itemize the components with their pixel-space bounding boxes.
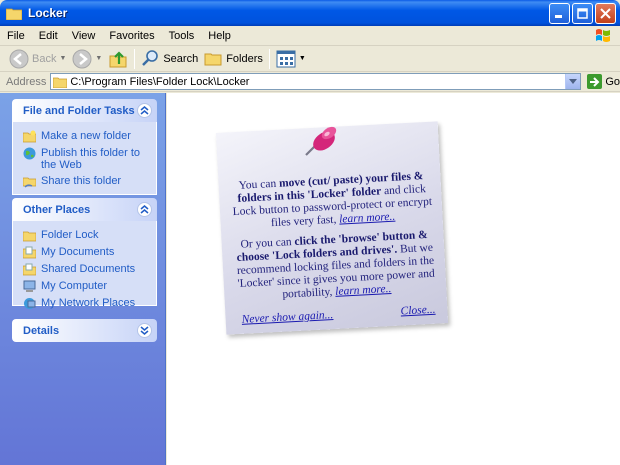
folder-icon bbox=[23, 231, 36, 242]
go-button[interactable]: Go bbox=[587, 74, 620, 89]
menu-view[interactable]: View bbox=[65, 30, 103, 42]
my-documents-icon bbox=[23, 246, 36, 259]
address-input[interactable]: C:\Program Files\Folder Lock\Locker bbox=[50, 73, 582, 90]
network-places-icon bbox=[24, 298, 36, 309]
task-publish-web[interactable]: Publish this folder to the Web bbox=[13, 145, 156, 173]
panel-title: Details bbox=[23, 324, 60, 337]
folders-icon bbox=[204, 53, 222, 66]
other-places-panel: Other Places Folder Lock My Documents Sh… bbox=[12, 198, 157, 309]
back-label: Back bbox=[32, 52, 57, 65]
other-places-header[interactable]: Other Places bbox=[12, 198, 157, 221]
toolbar-separator bbox=[268, 48, 270, 69]
place-shared-documents[interactable]: Shared Documents bbox=[13, 261, 156, 278]
address-value: C:\Program Files\Folder Lock\Locker bbox=[70, 75, 250, 88]
menu-tools[interactable]: Tools bbox=[162, 30, 202, 42]
up-folder-button[interactable] bbox=[105, 48, 131, 70]
place-my-computer[interactable]: My Computer bbox=[13, 278, 156, 295]
forward-arrow-icon bbox=[72, 49, 92, 68]
maximize-button[interactable] bbox=[572, 3, 593, 24]
place-folder-lock[interactable]: Folder Lock bbox=[13, 227, 156, 244]
menu-bar: File Edit View Favorites Tools Help bbox=[0, 26, 620, 46]
forward-button[interactable]: ▼ bbox=[69, 48, 105, 70]
double-chevron-down-icon bbox=[140, 326, 149, 335]
tip-text: You can move (cut/ paste) your files & f… bbox=[228, 170, 439, 305]
views-dropdown-icon[interactable]: ▼ bbox=[299, 55, 306, 62]
place-my-network-places[interactable]: My Network Places bbox=[13, 295, 156, 312]
panel-title: File and Folder Tasks bbox=[23, 104, 135, 117]
new-folder-icon bbox=[23, 130, 36, 143]
back-button[interactable]: Back ▼ bbox=[6, 48, 69, 70]
address-label: Address bbox=[6, 75, 47, 88]
minimize-button[interactable] bbox=[549, 3, 570, 24]
learn-more-link-1[interactable]: learn more.. bbox=[339, 211, 396, 226]
search-button[interactable]: Search bbox=[138, 48, 201, 70]
folder-icon bbox=[53, 77, 68, 88]
task-share-folder[interactable]: Share this folder bbox=[13, 173, 156, 190]
folders-label: Folders bbox=[226, 52, 263, 65]
tip-text-segment: You can bbox=[238, 177, 280, 192]
place-my-documents[interactable]: My Documents bbox=[13, 244, 156, 261]
go-label: Go bbox=[605, 75, 620, 88]
back-dropdown-icon[interactable]: ▼ bbox=[59, 55, 66, 62]
expand-button[interactable] bbox=[137, 323, 152, 338]
forward-dropdown-icon[interactable]: ▼ bbox=[95, 55, 102, 62]
file-folder-tasks-panel: File and Folder Tasks Make a new folder … bbox=[12, 99, 157, 195]
double-chevron-up-icon bbox=[140, 205, 149, 214]
search-icon bbox=[142, 50, 159, 66]
learn-more-link-2[interactable]: learn more.. bbox=[335, 283, 392, 298]
views-icon bbox=[276, 50, 296, 67]
pushpin-icon bbox=[305, 126, 337, 156]
collapse-button[interactable] bbox=[137, 202, 152, 217]
folder-icon bbox=[6, 8, 22, 20]
globe-icon bbox=[23, 147, 36, 160]
back-arrow-icon bbox=[9, 49, 29, 68]
title-bar[interactable]: Locker bbox=[0, 0, 620, 26]
window-title: Locker bbox=[28, 6, 68, 20]
details-header[interactable]: Details bbox=[12, 319, 157, 342]
close-note-link[interactable]: Close... bbox=[400, 304, 435, 318]
file-folder-tasks-header[interactable]: File and Folder Tasks bbox=[12, 99, 157, 122]
double-chevron-up-icon bbox=[140, 106, 149, 115]
panel-body: Folder Lock My Documents Shared Document… bbox=[12, 221, 157, 309]
toolbar: Back ▼ ▼ Search Folders ▼ bbox=[0, 46, 620, 72]
panel-title: Other Places bbox=[23, 203, 91, 216]
go-arrow-icon bbox=[587, 74, 603, 89]
collapse-button[interactable] bbox=[137, 103, 152, 118]
close-icon bbox=[600, 8, 611, 19]
my-computer-icon bbox=[23, 280, 36, 292]
address-bar: Address C:\Program Files\Folder Lock\Loc… bbox=[0, 72, 620, 92]
menu-favorites[interactable]: Favorites bbox=[102, 30, 161, 42]
share-folder-icon bbox=[23, 177, 36, 188]
details-panel: Details bbox=[12, 319, 157, 342]
menu-edit[interactable]: Edit bbox=[32, 30, 65, 42]
menu-help[interactable]: Help bbox=[201, 30, 238, 42]
up-folder-icon bbox=[109, 50, 127, 67]
close-button[interactable] bbox=[595, 3, 616, 24]
search-label: Search bbox=[163, 52, 199, 65]
panel-body: Make a new folder Publish this folder to… bbox=[12, 122, 157, 195]
never-show-again-link[interactable]: Never show again... bbox=[241, 309, 333, 326]
windows-logo-icon bbox=[596, 29, 610, 42]
toolbar-separator bbox=[134, 48, 136, 69]
task-make-new-folder[interactable]: Make a new folder bbox=[13, 128, 156, 145]
shared-documents-icon bbox=[23, 263, 36, 276]
maximize-icon bbox=[577, 8, 588, 19]
task-pane: File and Folder Tasks Make a new folder … bbox=[0, 93, 166, 465]
address-dropdown-button[interactable] bbox=[565, 74, 581, 89]
minimize-icon bbox=[555, 15, 562, 18]
chevron-down-icon bbox=[569, 78, 578, 84]
folders-button[interactable]: Folders bbox=[201, 48, 266, 70]
views-button[interactable]: ▼ bbox=[273, 48, 309, 70]
menu-file[interactable]: File bbox=[0, 30, 32, 42]
